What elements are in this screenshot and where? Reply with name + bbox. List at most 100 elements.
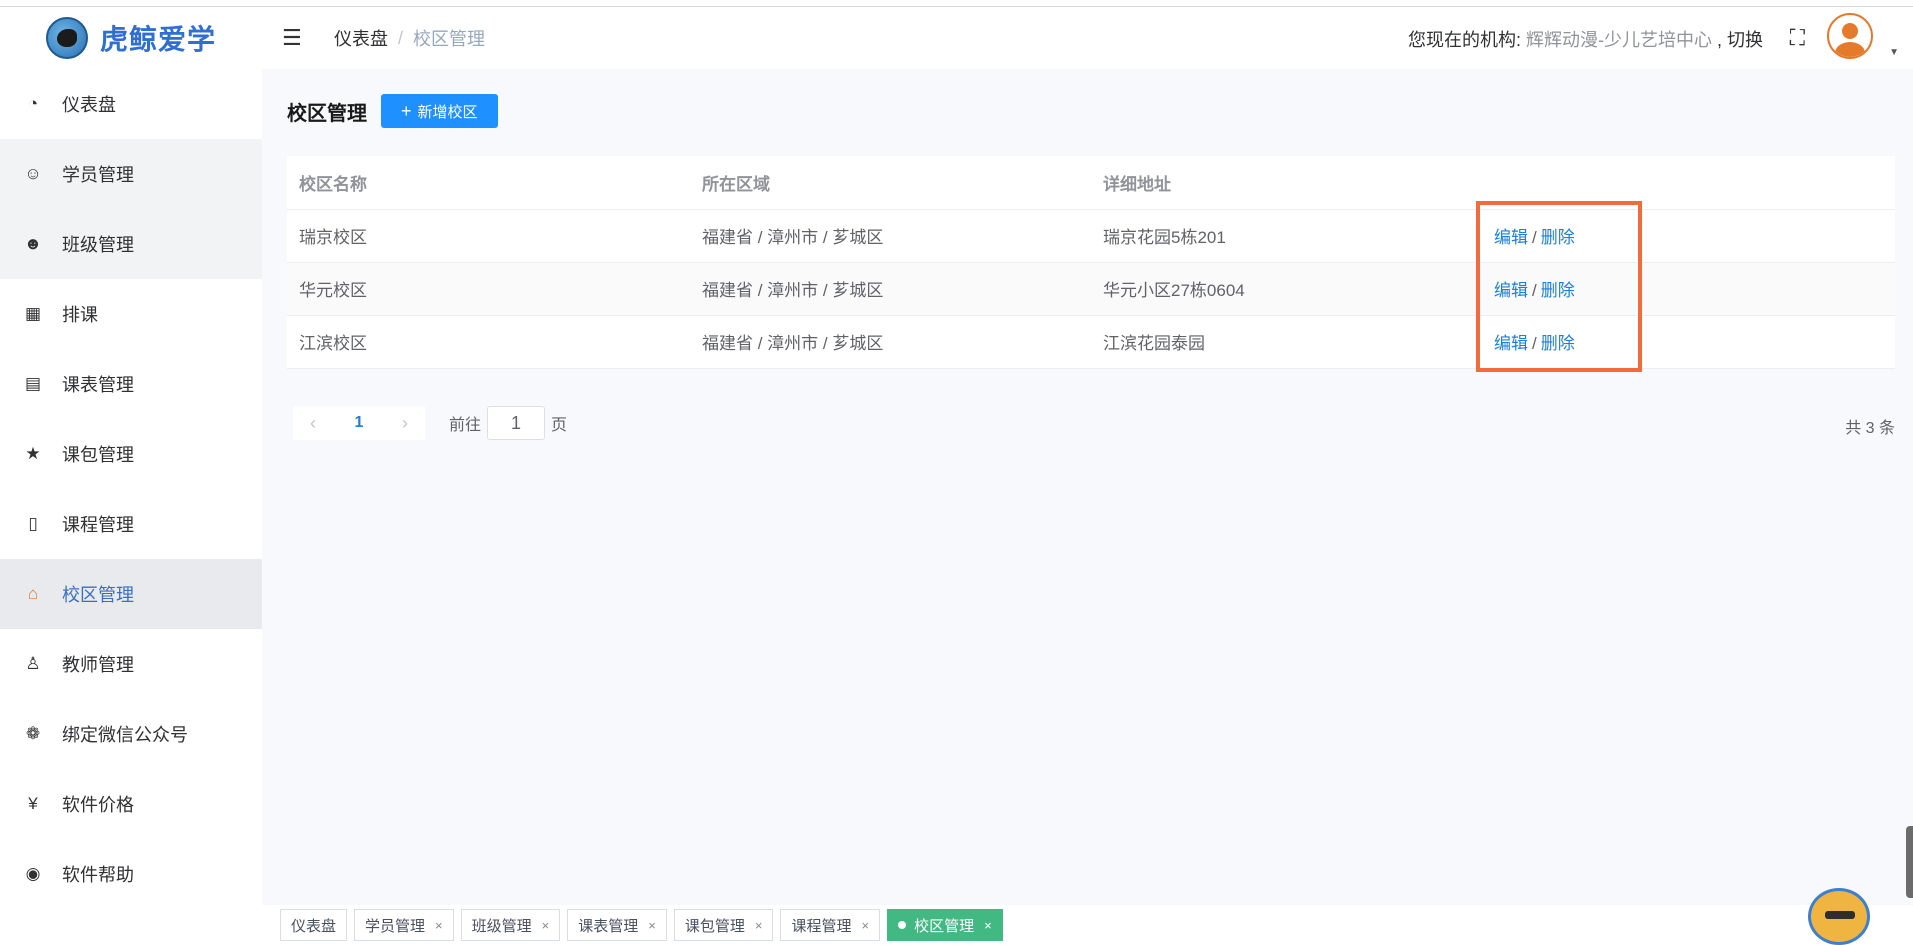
close-icon[interactable]: × [435,918,443,933]
logo-text: 虎鲸爱学 [100,24,217,55]
sidebar-item-table[interactable]: ▤ 课表管理 [0,349,262,419]
plus-icon: + [401,100,412,121]
chat-icon: ☺ [24,164,42,183]
active-dot-icon [898,921,907,929]
delete-link[interactable]: 删除 [1541,281,1575,300]
edit-link[interactable]: 编辑 [1494,228,1528,247]
sidebar-item-label: 课表管理 [62,375,134,395]
globe-icon: ◉ [25,864,41,883]
fullscreen-icon[interactable]: ⛶ [1790,27,1805,49]
op-separator: / [1532,228,1537,247]
page-title: 校区管理 [287,102,367,125]
prev-page-icon[interactable]: ‹ [293,406,333,440]
sidebar-item-users[interactable]: ☻ 班级管理 [0,209,262,279]
delete-link[interactable]: 删除 [1541,334,1575,353]
sidebar-item-calendar[interactable]: ▦ 排课 [0,279,262,349]
sidebar-item-label: 校区管理 [62,585,134,605]
sidebar-item-teacher[interactable]: ♙ 教师管理 [0,629,262,699]
sidebar-item-label: 仪表盘 [62,95,116,115]
tag-label: 班级管理 [471,917,532,935]
close-icon[interactable]: × [755,918,763,933]
teacher-icon: ♙ [25,654,41,673]
campus-table: 校区名称 所在区域 详细地址 瑞京校区 福建省 / 漳州市 / 芗城区 瑞京花园5栋… [287,156,1895,369]
tag-item[interactable]: 课表管理 × [567,909,667,941]
org-name: 辉辉动漫-少儿艺培中心 [1525,30,1712,50]
caret-down-icon[interactable]: ▼ [1889,47,1899,58]
hamburger-menu-icon[interactable]: ☰ [282,27,304,49]
org-info: 您现在的机构: 辉辉动漫-少儿艺培中心 , 切换 [1408,26,1763,52]
cell-actions: 编辑 / 删除 [1463,262,1895,316]
tag-item[interactable]: 学员管理 × [354,909,454,941]
mascot-avatar[interactable] [1808,888,1870,945]
pagination: ‹ 1 › 前往 页 [293,406,567,440]
sidebar-item-dashboard[interactable]: ◔ 仪表盘 [0,69,262,139]
sidebar-item-label: 软件帮助 [62,865,134,885]
op-separator: / [1532,334,1537,353]
column-header-region: 所在区域 [690,156,1091,210]
orca-logo-icon [46,17,88,59]
sidebar-item-label: 软件价格 [62,795,134,815]
cell-name: 江滨校区 [287,315,690,369]
cell-actions: 编辑 / 删除 [1463,209,1895,263]
add-campus-button[interactable]: + 新增校区 [381,94,498,128]
tag-label: 学员管理 [365,917,426,935]
sidebar-item-book[interactable]: ▯ 课程管理 [0,489,262,559]
tag-item[interactable]: 班级管理 × [460,909,561,941]
goto-page-input[interactable] [487,406,546,440]
close-icon[interactable]: × [542,918,550,933]
breadcrumb-current: 校区管理 [413,29,486,49]
cell-address: 瑞京花园5栋201 [1091,209,1463,263]
sidebar-menu: ◔ 仪表盘 ☺ 学员管理 ☻ 班级管理 ▦ 排课 ▤ 课表管理 ★ 课包管理 ▯ 课程管理 ⌂ 校区管理 ♙ 教师… [0,69,262,909]
user-avatar[interactable] [1827,13,1873,59]
tag-item[interactable]: 课包管理 × [673,909,774,941]
table-header-row: 校区名称 所在区域 详细地址 [287,156,1895,210]
shop-icon: ⌂ [27,584,39,603]
edit-link[interactable]: 编辑 [1494,334,1528,353]
tags-view-bar: 仪表盘 学员管理 × 班级管理 × 课表管理 × 课包管理 × 课程管理 × 校区管理 × [262,905,1913,945]
tag-item[interactable]: 课程管理 × [780,909,881,941]
op-separator: / [1532,281,1537,300]
tag-label: 校区管理 [914,917,975,935]
goto-page: 前往 页 [449,406,567,440]
sidebar-item-star[interactable]: ★ 课包管理 [0,419,262,489]
pager: ‹ 1 › [293,406,425,440]
cell-name: 华元校区 [287,262,690,316]
yen-icon: ¥ [28,794,38,813]
close-icon[interactable]: × [648,918,656,933]
close-icon[interactable]: × [861,918,869,933]
sidebar-item-label: 教师管理 [62,655,134,675]
calendar-icon: ▦ [24,304,42,323]
side-drawer-handle[interactable] [1906,826,1913,898]
sidebar: 虎鲸爱学 ◔ 仪表盘 ☺ 学员管理 ☻ 班级管理 ▦ 排课 ▤ 课表管理 ★ 课包管理 ▯ 课程管理 ⌂ 校区… [0,7,262,945]
edit-link[interactable]: 编辑 [1494,281,1528,300]
page-suffix: 页 [551,417,568,434]
sidebar-item-wechat[interactable]: ❁ 绑定微信公众号 [0,699,262,769]
org-switch-link[interactable]: , 切换 [1712,30,1763,50]
logo[interactable]: 虎鲸爱学 [0,7,262,69]
tag-label: 课包管理 [684,917,745,935]
cell-address: 江滨花园泰园 [1091,315,1463,369]
wechat-icon: ❁ [25,724,41,743]
top-border [0,0,1913,7]
add-campus-label: 新增校区 [417,103,478,121]
next-page-icon[interactable]: › [385,406,425,440]
sidebar-item-shop[interactable]: ⌂ 校区管理 [0,559,262,629]
tag-item[interactable]: 校区管理 × [887,909,1003,941]
sidebar-item-chat[interactable]: ☺ 学员管理 [0,139,262,209]
table-row: 华元校区 福建省 / 漳州市 / 芗城区 华元小区27栋0604 编辑 / 删除 [287,262,1895,316]
sidebar-item-globe[interactable]: ◉ 软件帮助 [0,839,262,909]
dashboard-icon: ◔ [27,94,39,113]
cell-actions: 编辑 / 删除 [1463,315,1895,369]
close-icon[interactable]: × [984,918,992,933]
tag-item[interactable]: 仪表盘 [280,909,348,941]
top-header: ☰ 仪表盘 / 校区管理 您现在的机构: 辉辉动漫-少儿艺培中心 , 切换 ⛶ … [262,7,1913,69]
delete-link[interactable]: 删除 [1541,228,1575,247]
sidebar-item-label: 课包管理 [62,445,134,465]
cell-region: 福建省 / 漳州市 / 芗城区 [690,262,1091,316]
page-number[interactable]: 1 [333,406,385,440]
cell-name: 瑞京校区 [287,209,690,263]
sidebar-item-label: 班级管理 [62,235,134,255]
breadcrumb-home[interactable]: 仪表盘 [334,25,388,51]
sidebar-item-yen[interactable]: ¥ 软件价格 [0,769,262,839]
sidebar-item-label: 课程管理 [62,515,134,535]
